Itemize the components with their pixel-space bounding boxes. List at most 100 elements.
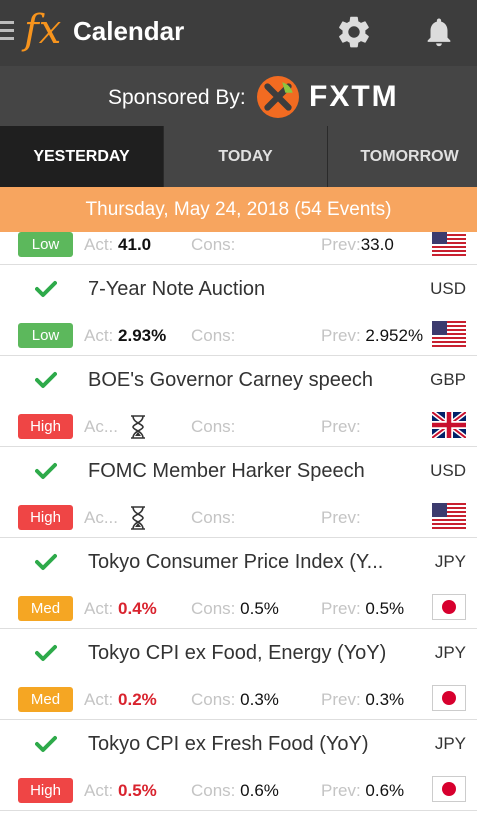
event-row[interactable]: Tokyo Consumer Price Index (Y... JPY Med… — [0, 538, 477, 629]
event-currency: GBP — [430, 370, 466, 389]
tab-tomorrow[interactable]: TOMORROW — [328, 126, 477, 187]
actual-label: Act: — [84, 326, 114, 345]
uk-flag-icon — [432, 412, 466, 438]
previous-label: Prev: — [321, 508, 361, 527]
actual-label: Act: — [84, 781, 114, 800]
check-icon — [35, 554, 57, 570]
impact-badge: High — [18, 414, 73, 439]
event-list[interactable]: Low Act: 41.0 Cons: Prev:33.0 7-Year Not… — [0, 232, 477, 818]
jp-flag-icon — [432, 685, 466, 711]
previous-label: Prev: — [321, 690, 361, 709]
actual-label: Ac... — [84, 508, 119, 527]
actual-label: Act: — [84, 690, 114, 709]
consensus-field: Cons: 0.5% — [191, 598, 279, 620]
us-flag-icon — [432, 232, 466, 256]
date-banner: Thursday, May 24, 2018 (54 Events) — [0, 187, 477, 232]
event-row[interactable]: Tokyo CPI ex Food, Energy (YoY) JPY Med … — [0, 629, 477, 720]
tab-yesterday[interactable]: YESTERDAY — [0, 126, 163, 187]
previous-label: Prev: — [321, 781, 361, 800]
previous-value: 0.6% — [365, 781, 405, 800]
event-row[interactable]: Tokyo CPI ex Fresh Food (YoY) JPY High A… — [0, 720, 477, 811]
event-name: BOE's Governor Carney speech — [88, 369, 374, 391]
consensus-label: Cons: — [191, 417, 236, 436]
event-name: Tokyo Consumer Price Index (Y... — [88, 551, 384, 573]
actual-field: Act: 0.5% — [84, 780, 157, 802]
previous-value: 0.3% — [365, 690, 405, 709]
tab-today[interactable]: TODAY — [164, 126, 327, 187]
consensus-value: 0.5% — [240, 599, 279, 618]
consensus-label: Cons: — [191, 326, 236, 345]
us-flag-icon — [432, 503, 466, 529]
actual-value: 2.93% — [118, 326, 167, 345]
sponsor-bar[interactable]: Sponsored By: — [0, 66, 477, 126]
consensus-value: 0.6% — [240, 781, 279, 800]
consensus-field: Cons: 0.6% — [191, 780, 279, 802]
previous-value: 2.952% — [365, 326, 424, 345]
consensus-value: 0.3% — [240, 690, 279, 709]
event-name: Tokyo CPI ex Fresh Food (YoY) — [88, 733, 369, 755]
event-currency: JPY — [434, 552, 466, 571]
impact-badge: High — [18, 505, 73, 530]
previous-value: 0.5% — [365, 599, 405, 618]
previous-label: Prev: — [321, 599, 361, 618]
actual-label: Act: — [84, 599, 114, 618]
actual-label: Act: — [84, 235, 114, 254]
sponsor-brand: FXTM — [309, 80, 399, 113]
consensus-label: Cons: — [191, 508, 236, 527]
previous-field: Prev: 0.5% — [321, 598, 404, 620]
hourglass-icon — [131, 506, 145, 530]
day-tabs: YESTERDAY TODAY TOMORROW — [0, 126, 477, 187]
actual-value: 0.2% — [118, 690, 157, 709]
consensus-label: Cons: — [191, 781, 236, 800]
previous-field: Prev:33.0 — [321, 234, 394, 256]
impact-badge: Med — [18, 596, 73, 621]
previous-label: Prev: — [321, 235, 361, 254]
check-icon — [35, 281, 57, 297]
app-logo: fx — [24, 7, 62, 53]
bell-icon[interactable] — [422, 13, 456, 51]
actual-field: Act: 0.4% — [84, 598, 157, 620]
actual-value: 0.4% — [118, 599, 157, 618]
event-name: Tokyo CPI ex Food, Energy (YoY) — [88, 642, 387, 664]
actual-field: Act: 0.2% — [84, 689, 157, 711]
consensus-label: Cons: — [191, 690, 236, 709]
actual-value: 0.5% — [118, 781, 157, 800]
fxtm-logo-icon — [257, 76, 299, 118]
sponsor-label: Sponsored By: — [108, 86, 246, 109]
previous-field: Prev: 0.3% — [321, 689, 404, 711]
event-currency: JPY — [434, 643, 466, 662]
actual-field: Act: 2.93% — [84, 325, 166, 347]
event-currency: USD — [430, 279, 466, 298]
event-row[interactable]: Low Act: 41.0 Cons: Prev:33.0 — [0, 232, 477, 265]
previous-value: 33.0 — [360, 235, 394, 254]
event-currency: USD — [430, 461, 466, 480]
check-icon — [35, 645, 57, 661]
impact-badge: Low — [18, 323, 73, 348]
page-title: Calendar — [73, 16, 185, 46]
previous-label: Prev: — [321, 417, 361, 436]
actual-field: Act: 41.0 — [84, 234, 151, 256]
consensus-field: Cons: 0.3% — [191, 689, 279, 711]
previous-field: Prev: 0.6% — [321, 780, 404, 802]
previous-label: Prev: — [321, 326, 361, 345]
check-icon — [35, 463, 57, 479]
impact-badge: High — [18, 778, 73, 803]
event-name: FOMC Member Harker Speech — [88, 460, 365, 482]
consensus-label: Cons: — [191, 599, 236, 618]
event-row[interactable]: BOE's Governor Carney speech GBP High Ac… — [0, 356, 477, 447]
actual-value: 41.0 — [118, 235, 152, 254]
event-currency: JPY — [434, 734, 466, 753]
check-icon — [35, 372, 57, 388]
event-row[interactable]: 7-Year Note Auction USD Low Act: 2.93% C… — [0, 265, 477, 356]
event-name: 7-Year Note Auction — [88, 278, 266, 300]
gear-icon[interactable] — [335, 13, 373, 51]
jp-flag-icon — [432, 776, 466, 802]
app-header: fx Calendar — [0, 0, 477, 66]
us-flag-icon — [432, 321, 466, 347]
actual-label: Ac... — [84, 417, 119, 436]
event-row[interactable]: FOMC Member Harker Speech USD High Ac...… — [0, 447, 477, 538]
hourglass-icon — [131, 415, 145, 439]
impact-badge: Med — [18, 687, 73, 712]
menu-icon[interactable] — [0, 21, 14, 43]
impact-badge: Low — [18, 232, 73, 257]
